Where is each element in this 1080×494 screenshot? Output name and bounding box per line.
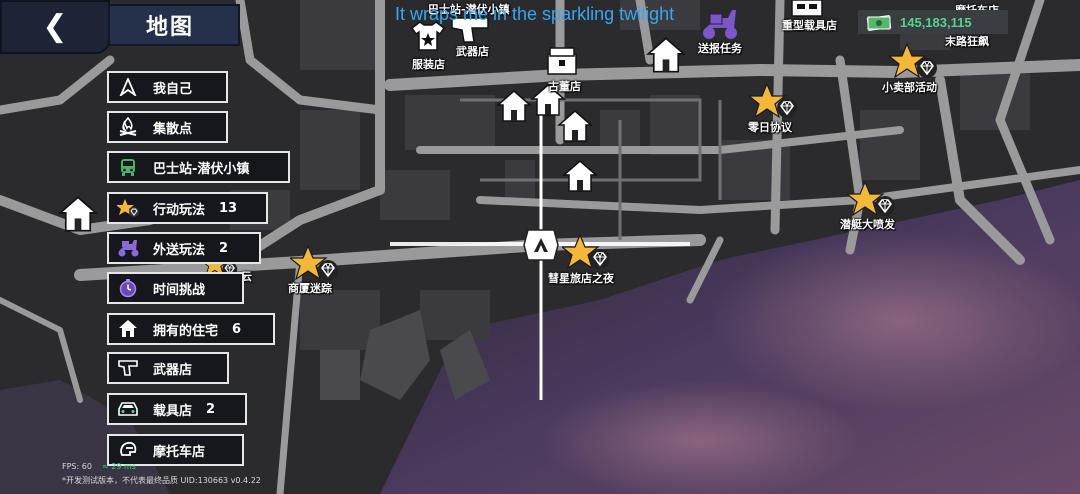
pistol-icon [117, 357, 139, 379]
ping-value: 29 ms [111, 462, 136, 471]
map-label-weapon-store: 武器店 [456, 45, 489, 58]
menu-item-label: 行动玩法 [153, 202, 206, 218]
page-title-bar: 地图 [108, 4, 240, 46]
campfire-icon [117, 116, 139, 138]
page-title: 地图 [146, 15, 195, 40]
location-arrow-icon [117, 76, 139, 98]
map-label-speedboat-rush: 潜艇大喷发 [840, 218, 895, 231]
menu-item-label: 我自己 [153, 81, 193, 97]
car-icon [117, 398, 139, 420]
menu-item-label: 武器店 [153, 362, 193, 378]
version-info: *开发测试版本，不代表最终品质 UID:130663 v0.4.22 [62, 476, 261, 485]
menu-item-label: 巴士站-潜伏小镇 [153, 161, 250, 177]
chevron-left-icon: ❮ [42, 9, 68, 44]
menu-item-myself[interactable]: 我自己 [107, 71, 228, 103]
menu-item-label: 时间挑战 [153, 282, 206, 298]
menu-item-count: 6 [232, 321, 242, 337]
antique-store-icon [547, 47, 577, 75]
subtitle-banner: It wraps me in the sparkling twilight [395, 4, 675, 24]
fps-counter: FPS: 60 [62, 462, 92, 471]
map-label-clothing-store: 服装店 [412, 58, 445, 71]
star-diamond-icon [117, 197, 139, 219]
map-label-antique-store: 古董店 [548, 80, 581, 93]
map-label-mall-maze: 商厦迷踪 [288, 282, 332, 295]
menu-item-weapon-store[interactable]: 武器店 [107, 352, 229, 384]
currency-panel: 145,183,115 [858, 10, 1008, 34]
menu-item-delivery-gameplay[interactable]: 外送玩法 2 [107, 232, 261, 264]
menu-item-label: 集散点 [153, 121, 193, 137]
menu-item-time-challenge[interactable]: 时间挑战 [107, 272, 244, 304]
menu-item-count: 13 [219, 200, 238, 216]
heavy-vehicle-store-icon [791, 0, 823, 17]
menu-item-count: 2 [219, 240, 229, 256]
menu-item-gathering-point[interactable]: 集散点 [107, 111, 228, 143]
map-label-snack-shop-event: 小卖部活动 [882, 81, 937, 94]
stopwatch-icon [117, 277, 139, 299]
ping-indicator: ≈ 29 ms [102, 462, 136, 471]
menu-item-label: 外送玩法 [153, 242, 206, 258]
menu-item-count: 2 [206, 401, 216, 417]
menu-item-action-gameplay[interactable]: 行动玩法 13 [107, 192, 268, 224]
currency-amount: 145,183,115 [900, 14, 972, 30]
menu-item-owned-residences[interactable]: 拥有的住宅 6 [107, 313, 275, 345]
map-label-delivery-job: 送报任务 [698, 42, 742, 55]
back-button[interactable]: ❮ [0, 0, 110, 54]
menu-item-vehicle-store[interactable]: 载具店 2 [107, 393, 247, 425]
menu-item-label: 载具店 [153, 403, 193, 419]
bus-icon [117, 156, 139, 178]
map-label-zero-day-protocol: 零日协议 [748, 121, 792, 134]
map-label-last-road-rage: 末路狂飙 [945, 35, 989, 48]
menu-item-label: 摩托车店 [153, 444, 206, 460]
cash-icon [866, 14, 892, 31]
house-icon [117, 318, 139, 340]
wifi-icon: ≈ [102, 462, 112, 471]
map-label-heavy-vehicle-store: 重型载具店 [782, 19, 837, 32]
menu-item-bus-stop[interactable]: 巴士站-潜伏小镇 [107, 151, 290, 183]
map-label-hotel-night: 彗星旅店之夜 [548, 272, 614, 285]
menu-item-label: 拥有的住宅 [153, 323, 219, 339]
player-marker-icon [523, 229, 559, 261]
motorcycle-helmet-icon [117, 439, 139, 461]
delivery-scooter-icon [117, 237, 139, 259]
